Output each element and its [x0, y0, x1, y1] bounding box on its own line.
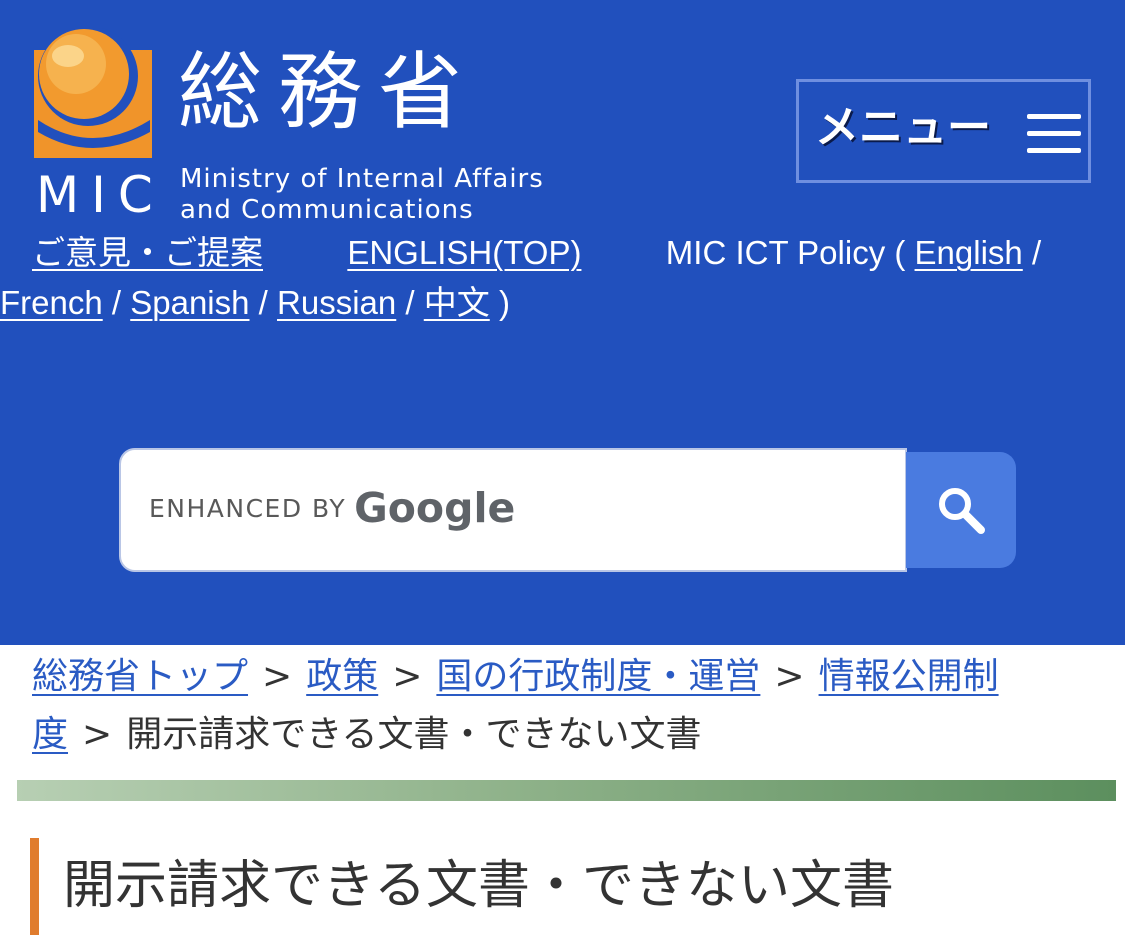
- section-divider-bar: [17, 780, 1116, 801]
- close-paren: ): [498, 284, 510, 321]
- breadcrumb-separator: >: [774, 656, 805, 697]
- breadcrumb-item-disclosure-cont[interactable]: 度: [32, 714, 68, 755]
- breadcrumb-separator: >: [262, 656, 293, 697]
- search-placeholder: ENHANCED BY Google: [149, 488, 515, 529]
- chinese-link[interactable]: 中文: [424, 284, 490, 321]
- breadcrumb-item-disclosure[interactable]: 情報公開制: [819, 656, 999, 697]
- open-paren: (: [894, 234, 906, 271]
- enhanced-by-text: ENHANCED BY: [149, 494, 347, 523]
- breadcrumb-line-2: 度 > 開示請求できる文書・できない文書: [32, 706, 701, 764]
- slash-separator: /: [405, 284, 415, 321]
- search-button[interactable]: [906, 452, 1016, 568]
- logo-kanji-text: 総務省: [178, 43, 479, 141]
- logo-english-line-1: Ministry of Internal Affairs: [180, 164, 544, 194]
- slash-separator: /: [1031, 234, 1042, 271]
- logo-mic-text: MIC: [36, 166, 165, 224]
- menu-button-label: メニュー: [815, 102, 991, 153]
- top-links-line-2: French / Spanish / Russian / 中文 ): [0, 278, 510, 328]
- breadcrumb-line-1: 総務省トップ > 政策 > 国の行政制度・運営 > 情報公開制: [32, 648, 999, 706]
- breadcrumb-item-policy[interactable]: 政策: [306, 656, 378, 697]
- page-title: 開示請求できる文書・できない文書: [63, 856, 894, 916]
- russian-link[interactable]: Russian: [277, 284, 396, 321]
- site-header: MIC 総務省 Ministry of Internal Affairs and…: [0, 0, 1125, 645]
- breadcrumb-item-top[interactable]: 総務省トップ: [32, 656, 248, 697]
- breadcrumb-current: 開示請求できる文書・できない文書: [126, 714, 702, 755]
- ict-policy-label: MIC ICT Policy: [665, 234, 886, 271]
- breadcrumb-separator: >: [82, 714, 113, 755]
- hamburger-icon: [1027, 114, 1081, 153]
- english-link[interactable]: English: [915, 234, 1023, 271]
- search-icon: [939, 488, 985, 534]
- opinion-link[interactable]: ご意見・ご提案: [32, 234, 263, 271]
- breadcrumb-separator: >: [392, 656, 423, 697]
- spanish-link[interactable]: Spanish: [130, 284, 249, 321]
- slash-separator: /: [111, 284, 122, 321]
- mic-emblem-icon: [34, 28, 152, 158]
- breadcrumb-item-administration[interactable]: 国の行政制度・運営: [436, 656, 760, 697]
- logo-english-name: Ministry of Internal Affairs and Communi…: [180, 164, 544, 226]
- french-link[interactable]: French: [0, 284, 103, 321]
- google-brand-text: Google: [354, 484, 516, 532]
- slash-separator: /: [258, 284, 268, 321]
- search-input[interactable]: ENHANCED BY Google: [119, 448, 907, 572]
- logo-english-line-2: and Communications: [180, 195, 474, 225]
- english-top-link[interactable]: ENGLISH(TOP): [347, 234, 581, 271]
- page-heading-block: 開示請求できる文書・できない文書: [30, 838, 1125, 935]
- top-links-line-1: ご意見・ご提案 ENGLISH(TOP) MIC ICT Policy ( En…: [32, 228, 1041, 278]
- menu-button[interactable]: メニュー: [796, 79, 1091, 183]
- site-logo[interactable]: MIC 総務省 Ministry of Internal Affairs and…: [28, 28, 588, 228]
